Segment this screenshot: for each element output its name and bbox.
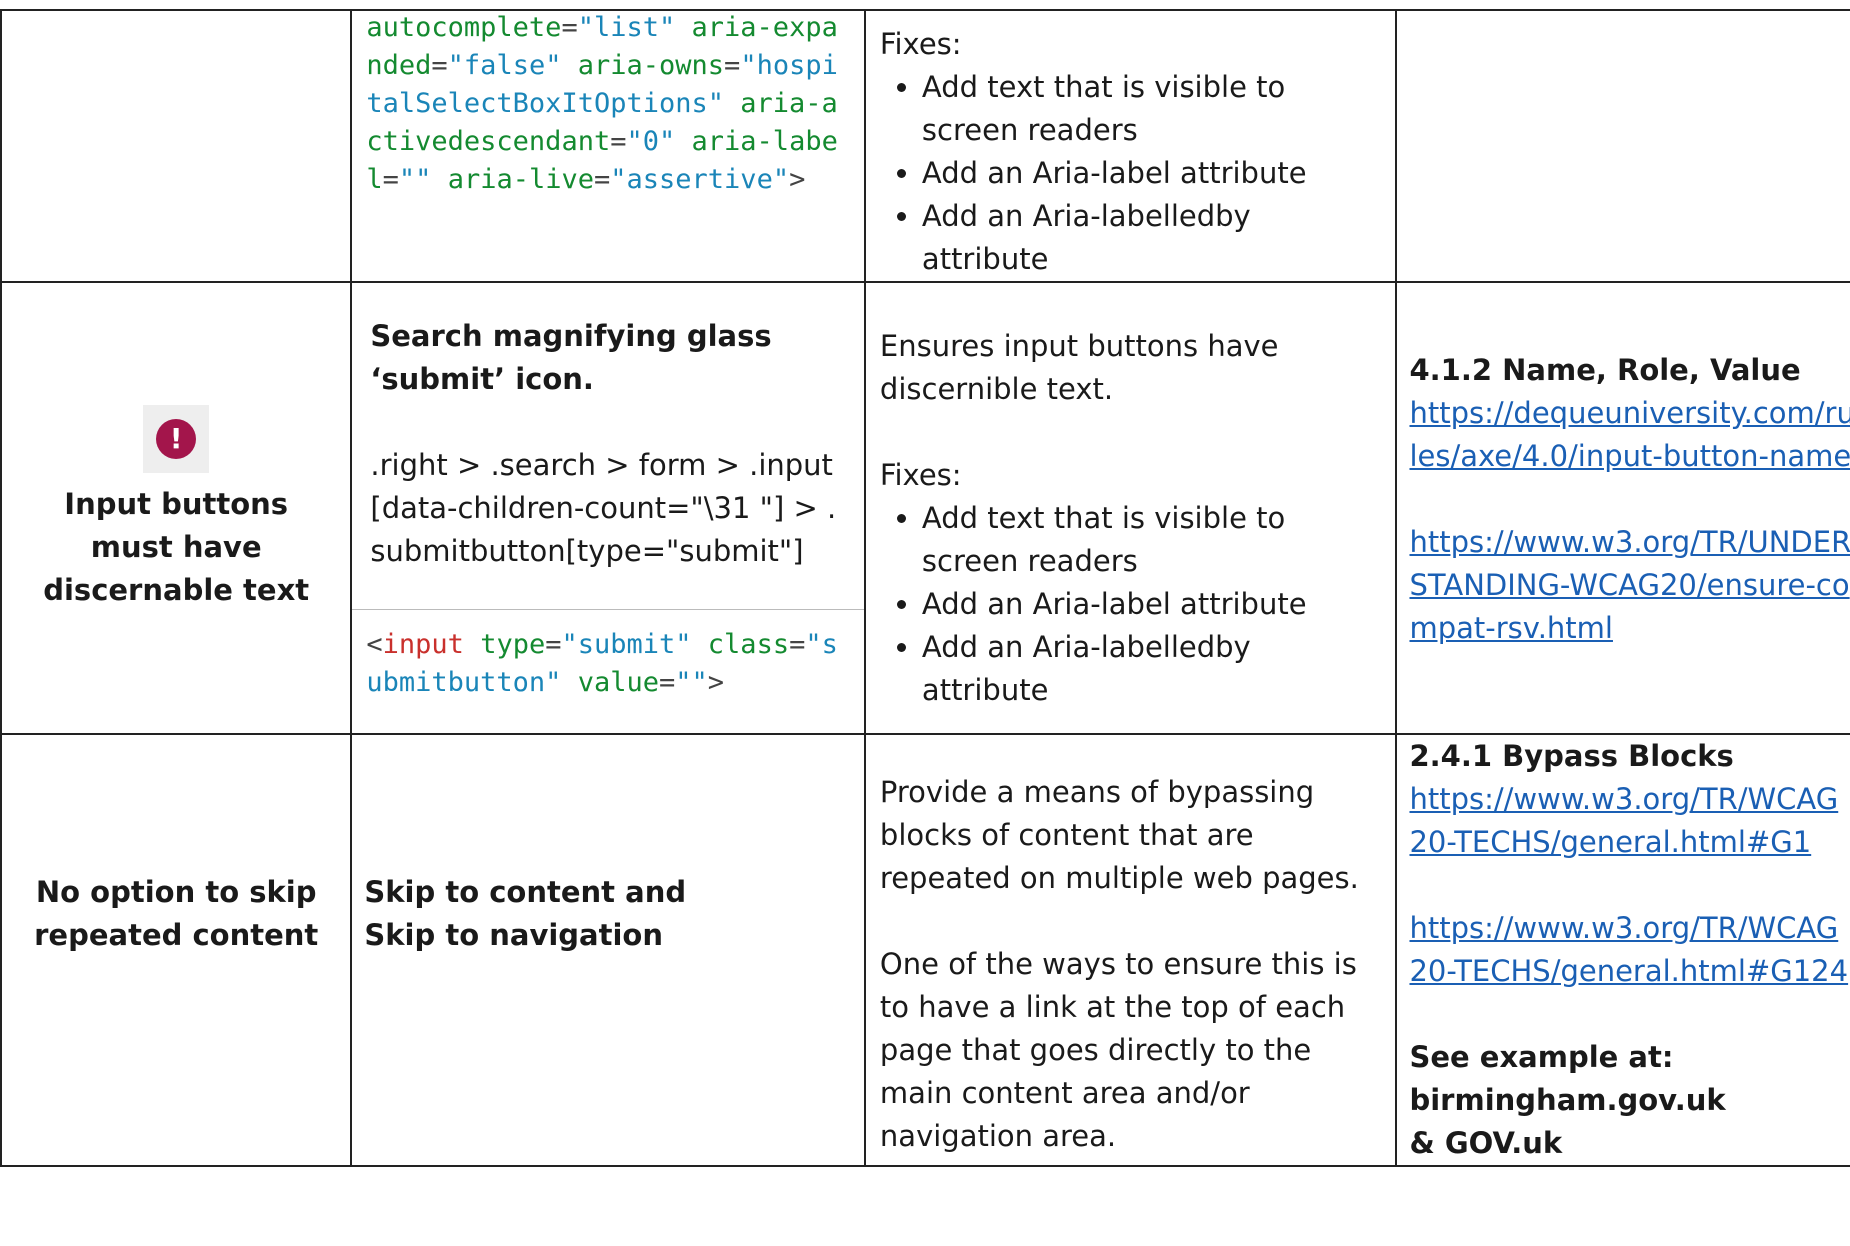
code-snippet: <input type="submit" class="submitbutton… [352, 626, 864, 702]
code-string: "list" [577, 12, 676, 43]
code-attribute: value [577, 667, 659, 698]
code-attribute: type [480, 629, 546, 660]
fixes-label: Fixes: [879, 27, 962, 61]
reference-link[interactable]: https://dequeuniversity.com/rules/axe/4.… [1409, 392, 1850, 478]
element-description: Search magnifying glass ‘submit’ icon. .… [352, 283, 864, 610]
reference-link[interactable]: https://www.w3.org/TR/WCAG20-TECHS/gener… [1409, 778, 1850, 864]
reference-cell: 2.4.1 Bypass Blocks https://www.w3.org/T… [1395, 733, 1850, 1167]
description-cell: Ensures input buttons have discernible t… [863, 281, 1398, 735]
wcag-criterion: 2.4.1 Bypass Blocks [1409, 739, 1734, 773]
code-punctuation: = [610, 126, 627, 157]
fixes-list: Add text that is visible to screen reade… [880, 497, 1382, 712]
list-item: Add text that is visible to screen reade… [922, 497, 1382, 583]
reference-cell [1395, 9, 1850, 283]
element-title: Skip to navigation [364, 918, 663, 952]
element-title: Search magnifying glass ‘submit’ icon. [370, 319, 772, 396]
code-punctuation: = [561, 12, 578, 43]
fixes-list: Add text that is visible to screen reade… [880, 66, 1382, 281]
list-item: Add an Aria-labelledby attribute [922, 195, 1382, 281]
list-item: Add an Aria-labelledby attribute [922, 626, 1382, 712]
code-punctuation: = [545, 629, 562, 660]
reference-link[interactable]: https://www.w3.org/TR/UNDERSTANDING-WCAG… [1409, 521, 1850, 650]
issue-cell: ! Input buttons must have discernable te… [0, 281, 353, 735]
code-string: "false" [447, 50, 562, 81]
code-string: "submit" [561, 629, 692, 660]
code-string: "0" [626, 126, 676, 157]
exclamation-circle-icon: ! [143, 404, 210, 473]
code-punctuation: = [594, 164, 611, 195]
issue-title: Input buttons must have discernable text [43, 486, 310, 607]
code-snippet: autocomplete="list" aria-expanded="false… [352, 9, 864, 199]
code-attribute: autocomplete [366, 12, 562, 43]
list-item: Add an Aria-label attribute [922, 583, 1382, 626]
element-cell: Search magnifying glass ‘submit’ icon. .… [350, 281, 866, 735]
fixes-label: Fixes: [879, 457, 962, 492]
table-row: ! Input buttons must have discernable te… [0, 281, 1850, 735]
description-cell: Fixes: Add text that is visible to scree… [863, 9, 1398, 283]
description-text: Ensures input buttons have discernible t… [879, 328, 1279, 406]
table-row: autocomplete="list" aria-expanded="false… [0, 9, 1850, 283]
issue-cell: No option to skip repeated content [0, 733, 353, 1167]
example-sites: birmingham.gov.uk & GOV.uk [1409, 1083, 1726, 1160]
code-string: "assertive" [610, 164, 790, 195]
element-title: Skip to content and [364, 875, 687, 909]
code-punctuation: > [707, 667, 725, 698]
code-attribute: aria-owns [577, 50, 725, 81]
code-attribute: class [707, 629, 790, 660]
issues-table: autocomplete="list" aria-expanded="false… [0, 9, 1850, 1167]
code-punctuation: < [366, 629, 383, 660]
reference-link[interactable]: https://www.w3.org/TR/WCAG20-TECHS/gener… [1409, 907, 1850, 993]
code-punctuation: = [431, 50, 448, 81]
code-punctuation: = [724, 50, 741, 81]
accessibility-report-page: autocomplete="list" aria-expanded="false… [0, 0, 1850, 1246]
list-item: Add an Aria-label attribute [922, 152, 1382, 195]
description-text: One of the ways to ensure this is to hav… [879, 947, 1357, 1153]
list-item: Add text that is visible to screen reade… [922, 66, 1382, 152]
code-punctuation: = [789, 629, 806, 660]
description-text: Provide a means of bypassing blocks of c… [879, 775, 1359, 895]
code-punctuation: = [659, 667, 676, 698]
issue-cell [0, 9, 353, 283]
issue-title: No option to skip repeated content [34, 875, 319, 952]
example-label: See example at: [1409, 1040, 1674, 1074]
element-cell: Skip to content and Skip to navigation [350, 733, 866, 1167]
code-tag: input [382, 629, 464, 660]
css-selector: .right > .search > form > .input[data-ch… [370, 448, 837, 568]
code-string: "" [675, 667, 708, 698]
reference-cell: 4.1.2 Name, Role, Value https://dequeuni… [1395, 281, 1850, 735]
code-attribute: aria-live [447, 164, 594, 195]
wcag-criterion: 4.1.2 Name, Role, Value [1409, 352, 1801, 387]
code-punctuation: = [382, 164, 399, 195]
code-string: "" [398, 164, 432, 195]
code-punctuation: > [789, 164, 806, 195]
element-cell: autocomplete="list" aria-expanded="false… [350, 9, 866, 283]
table-row: No option to skip repeated content Skip … [0, 733, 1850, 1167]
description-cell: Provide a means of bypassing blocks of c… [863, 733, 1398, 1167]
